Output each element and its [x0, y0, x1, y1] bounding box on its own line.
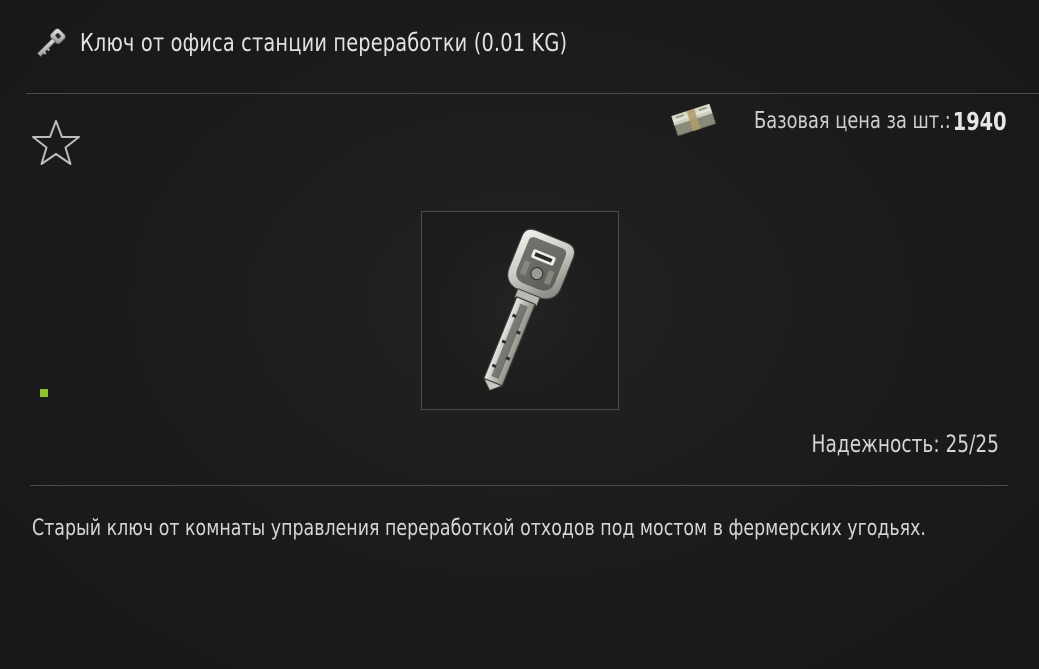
money-stack-icon	[670, 104, 716, 137]
item-description: Старый ключ от комнаты управления перера…	[32, 515, 926, 541]
item-header: Ключ от офиса станции переработки (0.01 …	[0, 0, 1039, 92]
item-image-frame	[421, 211, 619, 410]
description-divider	[30, 485, 1008, 486]
status-indicator	[40, 389, 48, 397]
key-item-image	[482, 228, 576, 392]
header-divider	[26, 93, 1039, 94]
base-price: Базовая цена за шт.: 1940	[670, 104, 1007, 138]
key-icon	[37, 28, 66, 57]
price-label: Базовая цена за шт.:	[753, 108, 951, 134]
item-title: Ключ от офиса станции переработки (0.01 …	[80, 28, 568, 57]
price-value: 1940	[953, 106, 1007, 136]
durability-text: Надежность: 25/25	[811, 430, 999, 458]
item-inspect-panel: Ключ от офиса станции переработки (0.01 …	[0, 0, 1039, 669]
star-outline-icon[interactable]	[30, 118, 82, 168]
